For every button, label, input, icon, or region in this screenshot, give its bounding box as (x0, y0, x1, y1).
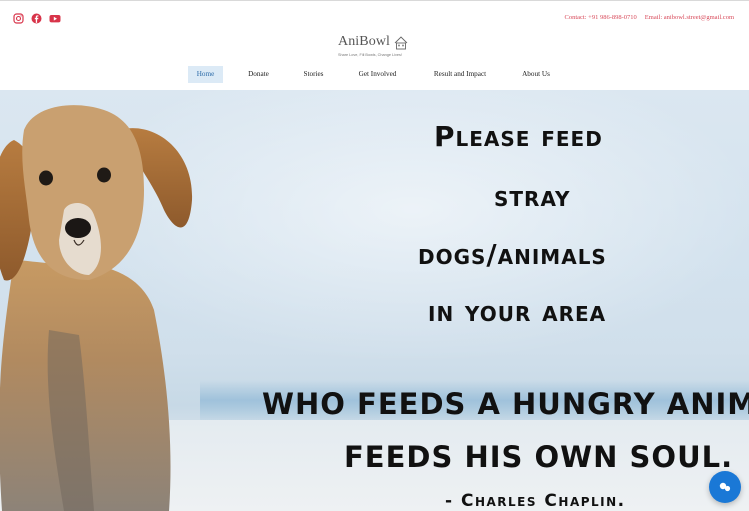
facebook-icon[interactable] (31, 11, 42, 24)
chat-button[interactable] (709, 471, 741, 503)
nav-stories[interactable]: Stories (296, 66, 331, 83)
nav-home[interactable]: Home (188, 66, 223, 83)
puppy-image (0, 105, 193, 511)
hero-banner: Please feed stray dogs/animals in your a… (0, 90, 749, 511)
hero-line-2: stray (494, 180, 571, 213)
hero-quote-line-1: WHO FEEDS A HUNGRY ANIMAL, (262, 387, 749, 421)
hero-quote-line-2: FEEDS HIS OWN SOUL. (344, 440, 734, 474)
hero-line-4: in your area (428, 295, 607, 328)
hero-line-3: dogs/animals (418, 238, 607, 271)
main-nav: Home Donate Stories Get Involved Result … (0, 66, 749, 84)
instagram-icon[interactable] (13, 11, 24, 24)
social-links (13, 11, 61, 24)
nav-get-involved[interactable]: Get Involved (350, 66, 405, 83)
chat-bubbles-icon (719, 482, 731, 492)
nav-about-us[interactable]: About Us (515, 66, 557, 83)
site-header: Contact: +91 986-898-0710 Email: anibowl… (0, 0, 749, 90)
site-logo[interactable]: AniBowl Share Love, Fill Bowls, Change L… (336, 34, 416, 64)
bowl-house-icon (393, 35, 409, 51)
contact-email[interactable]: Email: anibowl.street@gmail.com (645, 14, 734, 21)
youtube-icon[interactable] (49, 11, 61, 23)
hero-quote-author: - Charles Chaplin. (445, 491, 626, 511)
contact-info: Contact: +91 986-898-0710 Email: anibowl… (565, 14, 734, 21)
nav-result-and-impact[interactable]: Result and Impact (424, 66, 496, 83)
nav-donate[interactable]: Donate (241, 66, 276, 83)
logo-name: AniBowl (338, 34, 391, 49)
logo-tagline: Share Love, Fill Bowls, Change Lives! (338, 53, 402, 57)
contact-phone[interactable]: Contact: +91 986-898-0710 (565, 14, 637, 21)
hero-line-1: Please feed (434, 120, 603, 153)
